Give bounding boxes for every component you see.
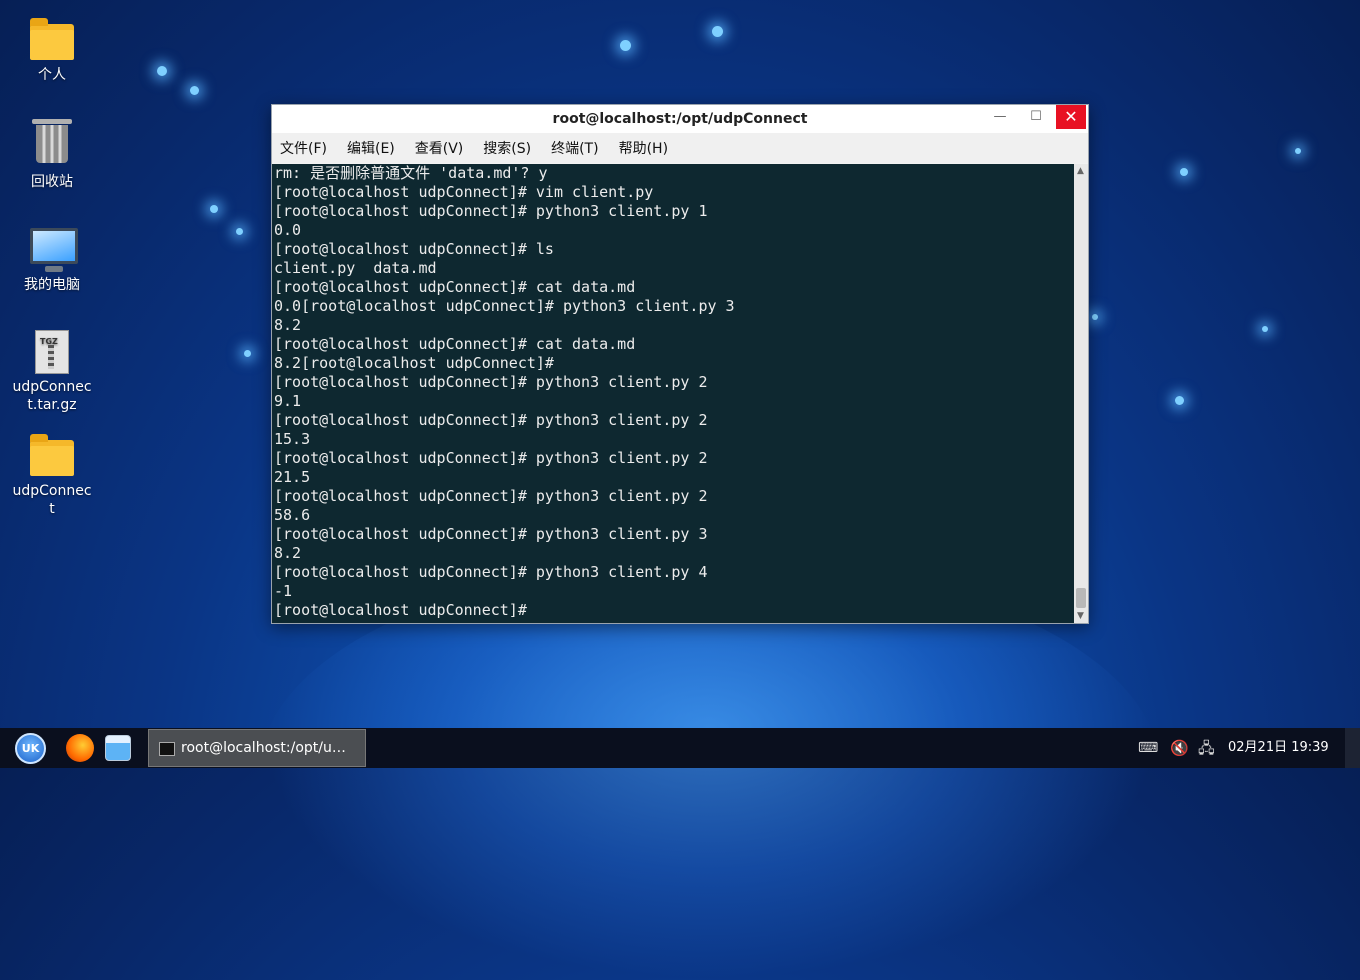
- glow-dot: [620, 40, 631, 51]
- maximize-button[interactable]: ☐: [1020, 105, 1052, 129]
- terminal-line: 0.0: [274, 221, 302, 239]
- menu-view[interactable]: 查看(V): [415, 138, 464, 158]
- keyboard-icon[interactable]: ⌨: [1138, 728, 1158, 768]
- minimize-button[interactable]: —: [984, 105, 1016, 129]
- taskbar: UK root@localhost:/opt/u… ⌨ 🔇 🖧 02月21日 1…: [0, 728, 1360, 768]
- glow-dot: [190, 86, 199, 95]
- glow-dot: [157, 66, 167, 76]
- desktop-icon-archive[interactable]: TGZ udpConnect.tar.gz: [10, 330, 94, 414]
- terminal-line: [root@localhost udpConnect]# python3 cli…: [274, 373, 708, 391]
- terminal-line: -1: [274, 582, 293, 600]
- terminal-line: [root@localhost udpConnect]# python3 cli…: [274, 525, 708, 543]
- desktop-icon-computer[interactable]: 我的电脑: [10, 226, 94, 294]
- desktop-icon-label: udpConnect: [12, 483, 92, 517]
- desktop-icon-trash[interactable]: 回收站: [10, 119, 94, 191]
- terminal-line: 21.5: [274, 468, 311, 486]
- glow-dot: [1262, 326, 1268, 332]
- terminal-line: [root@localhost udpConnect]# cat data.md: [274, 335, 636, 353]
- terminal-line: 9.1: [274, 392, 302, 410]
- menu-edit[interactable]: 编辑(E): [347, 138, 395, 158]
- glow-dot: [210, 205, 218, 213]
- terminal-line: [root@localhost udpConnect]#: [274, 601, 536, 619]
- menu-terminal[interactable]: 终端(T): [551, 138, 598, 158]
- terminal-line: 8.2: [274, 316, 302, 334]
- home-folder-icon: [30, 18, 74, 62]
- menu-help[interactable]: 帮助(H): [619, 138, 668, 158]
- terminal-text: rm: 是否删除普通文件 'data.md'? y [root@localhost…: [272, 164, 1074, 620]
- terminal-icon: [159, 742, 175, 756]
- menu-bar: 文件(F) 编辑(E) 查看(V) 搜索(S) 终端(T) 帮助(H): [272, 133, 1088, 163]
- glow-dot: [712, 26, 723, 37]
- glow-dot: [1092, 314, 1098, 320]
- glow-dot: [236, 228, 243, 235]
- terminal-line: [root@localhost udpConnect]# python3 cli…: [274, 563, 708, 581]
- terminal-window[interactable]: root@localhost:/opt/udpConnect — ☐ ✕ 文件(…: [271, 104, 1089, 624]
- terminal-line: [root@localhost udpConnect]# python3 cli…: [274, 449, 708, 467]
- terminal-line: [root@localhost udpConnect]# python3 cli…: [274, 487, 708, 505]
- desktop-icon-home[interactable]: 个人: [10, 18, 94, 84]
- menu-file[interactable]: 文件(F): [280, 138, 327, 158]
- close-button[interactable]: ✕: [1056, 105, 1086, 129]
- desktop-icon-udpconnect[interactable]: udpConnect: [10, 434, 94, 518]
- taskbar-terminal-button[interactable]: root@localhost:/opt/u…: [148, 729, 366, 767]
- desktop-icon-label: 回收站: [31, 174, 73, 190]
- scrollbar-thumb[interactable]: [1076, 588, 1086, 608]
- scroll-up-icon[interactable]: ▲: [1077, 166, 1084, 176]
- terminal-line: [root@localhost udpConnect]# cat data.md: [274, 278, 636, 296]
- menu-search[interactable]: 搜索(S): [483, 138, 531, 158]
- trash-icon: [30, 119, 74, 169]
- glow-dot: [1295, 148, 1301, 154]
- terminal-line: 58.6: [274, 506, 311, 524]
- terminal-line: 8.2[root@localhost udpConnect]#: [274, 354, 554, 372]
- terminal-line: [root@localhost udpConnect]# python3 cli…: [274, 202, 708, 220]
- firefox-icon[interactable]: [66, 734, 94, 762]
- archive-icon: TGZ: [30, 330, 74, 374]
- scroll-down-icon[interactable]: ▼: [1077, 611, 1084, 621]
- glow-dot: [1175, 396, 1184, 405]
- network-icon[interactable]: 🖧: [1198, 728, 1215, 768]
- folder-icon: [30, 434, 74, 478]
- terminal-line: 0.0[root@localhost udpConnect]# python3 …: [274, 297, 735, 315]
- computer-icon: [30, 228, 78, 272]
- terminal-line: [root@localhost udpConnect]# python3 cli…: [274, 411, 708, 429]
- glow-dot: [244, 350, 251, 357]
- glow-dot: [1180, 168, 1188, 176]
- file-manager-icon[interactable]: [105, 735, 131, 761]
- terminal-line: rm: 是否删除普通文件 'data.md'? y: [274, 164, 548, 182]
- desktop-icon-label: 我的电脑: [24, 277, 80, 293]
- terminal-line: client.py data.md: [274, 259, 437, 277]
- show-desktop-button[interactable]: [1345, 728, 1360, 768]
- window-title: root@localhost:/opt/udpConnect: [552, 111, 808, 127]
- taskbar-task-label: root@localhost:/opt/u…: [181, 740, 346, 756]
- clock[interactable]: 02月21日 19:39: [1228, 728, 1329, 768]
- terminal-scrollbar[interactable]: ▲ ▼: [1074, 164, 1088, 623]
- terminal-output[interactable]: rm: 是否删除普通文件 'data.md'? y [root@localhost…: [272, 164, 1074, 623]
- volume-muted-icon[interactable]: 🔇: [1170, 728, 1189, 768]
- start-menu-button[interactable]: UK: [15, 733, 46, 764]
- window-titlebar[interactable]: root@localhost:/opt/udpConnect — ☐ ✕: [272, 105, 1088, 133]
- desktop-icon-label: 个人: [38, 67, 66, 83]
- terminal-line: 15.3: [274, 430, 311, 448]
- terminal-line: [root@localhost udpConnect]# ls: [274, 240, 554, 258]
- desktop-icon-label: udpConnect.tar.gz: [12, 379, 92, 413]
- terminal-line: [root@localhost udpConnect]# vim client.…: [274, 183, 654, 201]
- terminal-line: 8.2: [274, 544, 302, 562]
